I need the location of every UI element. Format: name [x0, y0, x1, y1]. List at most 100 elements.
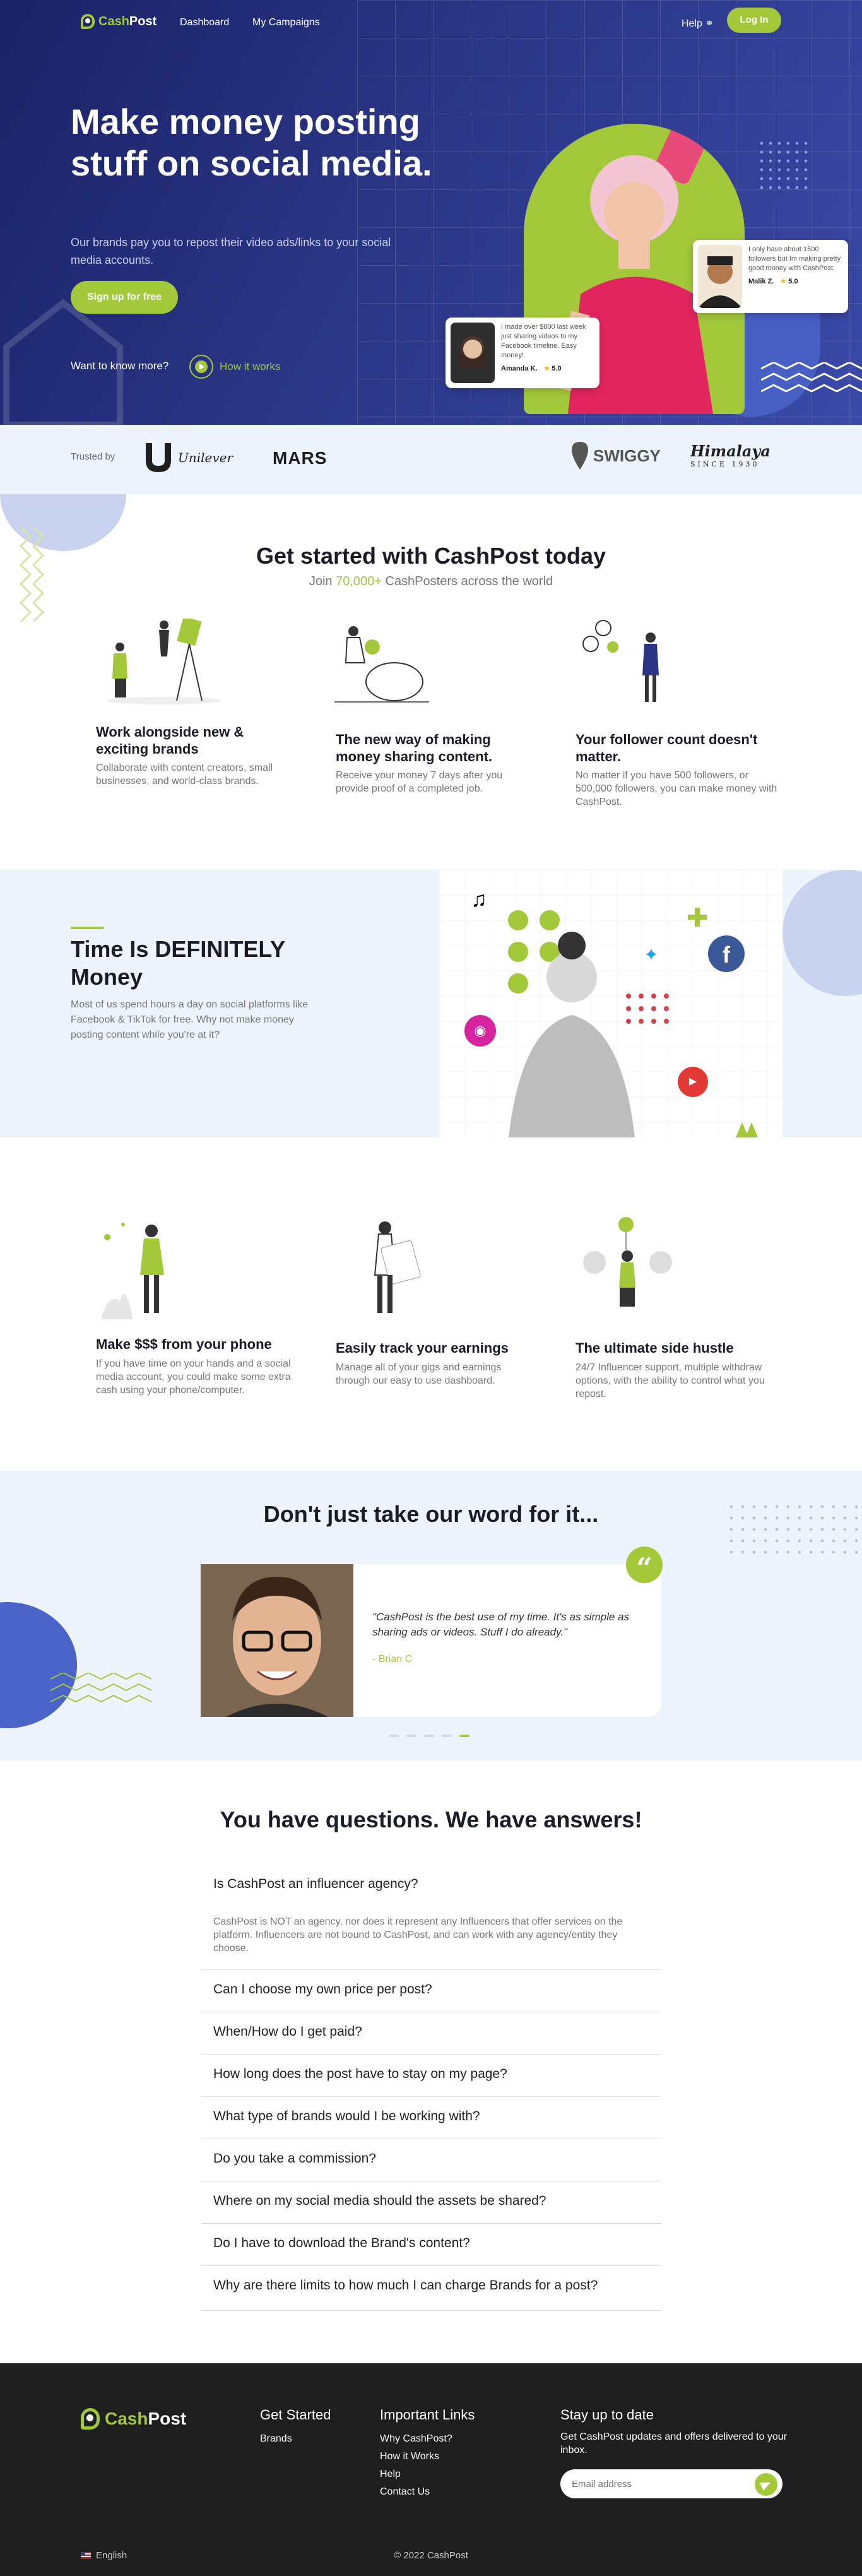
faq-divider	[201, 2310, 661, 2311]
footer-link-why-cashpost[interactable]: Why CashPost?	[380, 2433, 452, 2445]
footer-get-started-heading: Get Started	[260, 2407, 331, 2423]
nav-my-campaigns-link[interactable]: My Campaigns	[252, 17, 320, 28]
footer-important-links-heading: Important Links	[380, 2407, 475, 2423]
cashpost-logo-icon	[81, 14, 95, 29]
faq-divider	[201, 1969, 661, 1970]
footer-link-how-it-works[interactable]: How it Works	[380, 2451, 439, 2462]
top-nav: CashPost Dashboard My Campaigns Help ⚭ L…	[0, 0, 862, 45]
how-it-works-link[interactable]: How it works	[189, 355, 280, 379]
faq-question[interactable]: Do I have to download the Brand's conten…	[213, 2236, 470, 2251]
faq-answer: CashPost is NOT an agency, nor does it r…	[213, 1916, 623, 1954]
help-label: Help	[682, 18, 702, 29]
zigzag-decoration	[50, 1673, 151, 1703]
footer-newsletter-text: Get CashPost updates and offers delivere…	[560, 2431, 788, 2455]
carousel-dot[interactable]	[406, 1735, 416, 1737]
carousel-dot[interactable]	[442, 1735, 452, 1737]
faq-divider	[201, 2223, 661, 2224]
faq-question[interactable]: Do you take a commission?	[213, 2151, 376, 2166]
circle-decoration	[782, 870, 862, 996]
footer-stay-up-to-date-heading: Stay up to date	[560, 2407, 654, 2423]
nav-dashboard-link[interactable]: Dashboard	[180, 17, 229, 28]
hero-title: Make money posting stuff on social media…	[71, 102, 432, 183]
how-it-works-label: How it works	[220, 360, 281, 372]
feature-title: Easily track your earnings	[336, 1340, 509, 1356]
time-is-money-desc: Most of us spend hours a day on social p…	[71, 999, 309, 1040]
feature-title: Make $$$ from your phone	[96, 1336, 272, 1352]
signup-button[interactable]: Sign up for free	[71, 281, 178, 314]
copyright-text: © 2022 CashPost	[394, 2550, 468, 2561]
footer-logo[interactable]: CashPost	[81, 2408, 186, 2430]
himalaya-logo: Himalaya SINCE 1930	[690, 442, 770, 468]
earnings-clipboard-illustration	[374, 1221, 421, 1313]
subtitle-rest: CashPosters across the world	[381, 574, 553, 588]
star-icon: ★	[543, 365, 550, 372]
social-media-collage: ♫ ✦ f ◉ ▶	[439, 870, 782, 1137]
reviewer-name: Amanda K.	[501, 365, 538, 372]
footer-brands-link[interactable]: Brands	[260, 2433, 292, 2445]
zigzag-decoration	[761, 362, 862, 393]
logo-cash-text: Cash	[105, 2409, 148, 2428]
want-to-know-text: Want to know more?	[71, 360, 169, 372]
himalaya-since-text: SINCE 1930	[690, 460, 760, 468]
faq-question[interactable]: Why are there limits to how much I can c…	[213, 2278, 598, 2293]
feature-desc: Collaborate with content creators, small…	[96, 763, 273, 786]
faq-question[interactable]: How long does the post have to stay on m…	[213, 2067, 507, 2082]
himalaya-text: Himalaya	[690, 442, 770, 460]
review-rating: 5.0	[552, 365, 562, 372]
faq-question[interactable]: When/How do I get paid?	[213, 2024, 362, 2039]
feature-title: The ultimate side hustle	[576, 1340, 734, 1356]
get-started-subtitle: Join 70,000+ CashPosters across the worl…	[0, 574, 862, 589]
review-card-malik: I only have about 1500 followers but Im …	[693, 240, 848, 313]
feature-desc: 24/7 Influencer support, multiple withdr…	[576, 1362, 765, 1399]
facebook-icon: f	[708, 935, 745, 972]
review-rating: 5.0	[788, 278, 798, 285]
unilever-u-icon	[146, 443, 171, 472]
reviewer-avatar	[451, 323, 495, 383]
photographer-illustration	[107, 619, 221, 704]
newsletter-email-input[interactable]	[560, 2469, 782, 2498]
youtube-icon: ▶	[678, 1067, 708, 1097]
footer-link-help[interactable]: Help	[380, 2469, 401, 2480]
testimonial-photo	[201, 1564, 353, 1717]
faq-question[interactable]: Can I choose my own price per post?	[213, 1982, 432, 1997]
reviewer-avatar	[698, 245, 742, 308]
instagram-icon: ◉	[464, 1015, 496, 1047]
piggy-bank-illustration	[334, 626, 429, 703]
followers-illustration	[582, 620, 659, 702]
carousel-dot-active[interactable]	[459, 1735, 469, 1737]
twitter-icon: ✦	[644, 945, 659, 965]
time-is-money-title: Time Is DEFINITELY Money	[71, 936, 285, 990]
cashpost-logo[interactable]: CashPost	[81, 14, 156, 29]
trusted-by-label: Trusted by	[71, 451, 115, 462]
feature-desc: If you have time on your hands and a soc…	[96, 1358, 291, 1396]
carousel-dot[interactable]	[424, 1735, 434, 1737]
feature-desc: No matter if you have 500 followers, or …	[576, 770, 777, 807]
review-text: I made over $800 last week just sharing …	[501, 323, 586, 359]
review-text: I only have about 1500 followers but Im …	[748, 246, 841, 272]
hero-dots-decoration	[757, 139, 808, 189]
swiggy-logo: SWIGGY	[572, 442, 661, 470]
reviewer-name: Malik Z.	[748, 278, 774, 285]
faq-divider	[201, 2096, 661, 2097]
faq-question[interactable]: What type of brands would I be working w…	[213, 2109, 480, 2124]
subtitle-join: Join	[309, 574, 336, 588]
help-link[interactable]: Help ⚭	[682, 17, 714, 30]
cashpost-logo-icon	[81, 2408, 100, 2430]
footer-link-contact-us[interactable]: Contact Us	[380, 2486, 430, 2498]
testimonial-quote: "CashPost is the best use of my time. It…	[372, 1611, 630, 1638]
faq-question[interactable]: Is CashPost an influencer agency?	[213, 1877, 418, 1892]
carousel-dot[interactable]	[389, 1735, 399, 1737]
carousel-dots[interactable]	[389, 1735, 469, 1737]
feature-desc: Manage all of your gigs and earnings thr…	[336, 1362, 502, 1386]
faq-title: You have questions. We have answers!	[220, 1807, 642, 1832]
login-button[interactable]: Log In	[727, 8, 781, 33]
send-icon[interactable]	[755, 2473, 777, 2496]
unilever-logo: Unilever	[143, 442, 233, 473]
subtitle-count: 70,000+	[336, 574, 382, 588]
faq-divider	[201, 2054, 661, 2055]
phone-money-illustration	[101, 1223, 164, 1319]
swiggy-text: SWIGGY	[593, 446, 661, 465]
headset-icon: ⚭	[705, 18, 714, 29]
faq-question[interactable]: Where on my social media should the asse…	[213, 2193, 546, 2209]
feature-desc: Receive your money 7 days after you prov…	[336, 770, 503, 794]
